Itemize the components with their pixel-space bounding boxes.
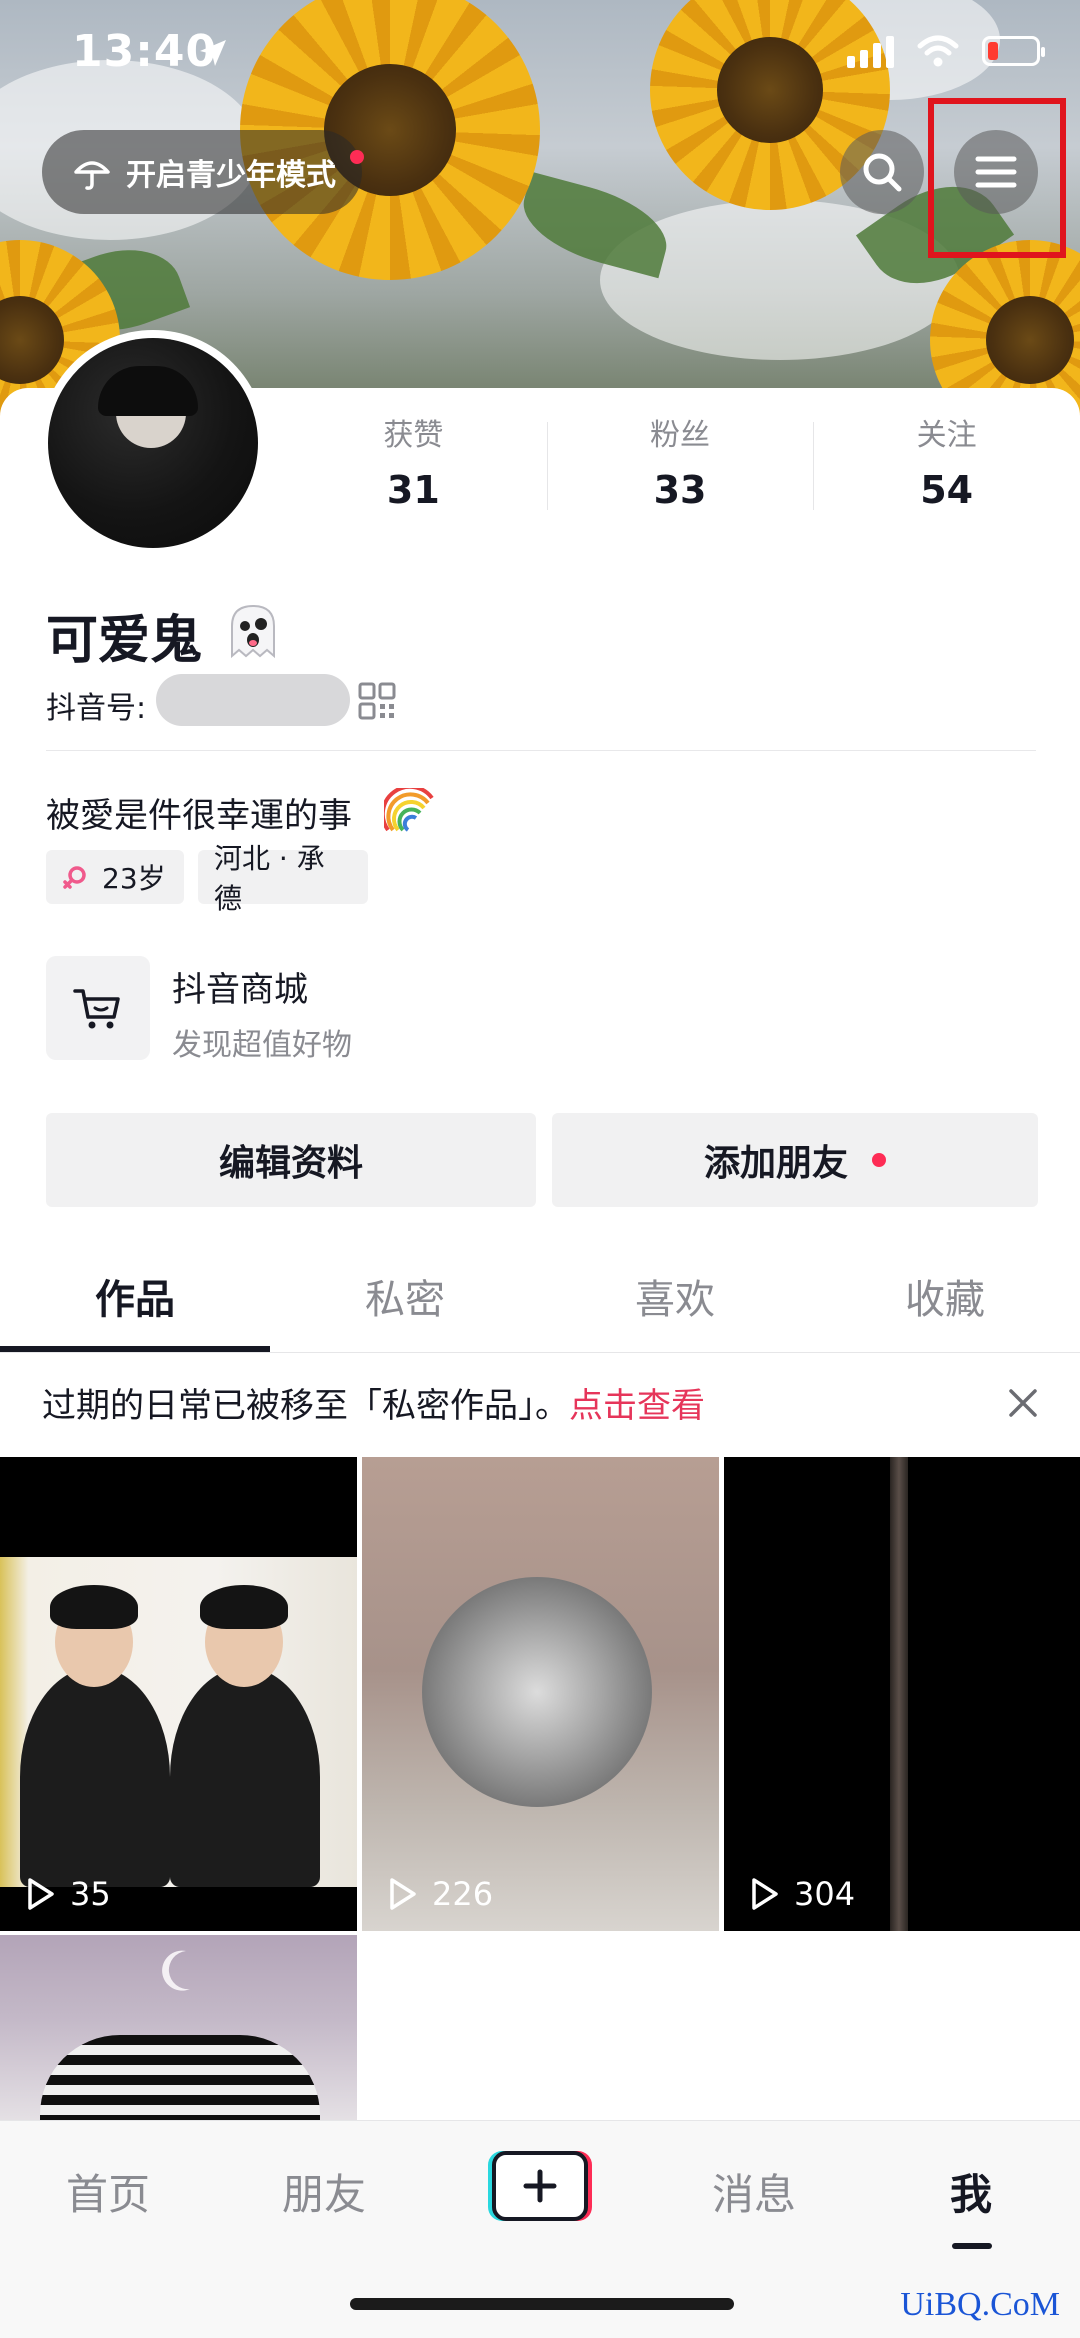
status-time: 13:40 [72, 26, 218, 77]
nickname: 可爱鬼 [46, 611, 203, 671]
tab-favorites[interactable]: 收藏 [810, 1260, 1080, 1352]
create-button[interactable] [488, 2151, 592, 2221]
umbrella-icon [74, 161, 110, 190]
menu-highlight-box [928, 98, 1066, 258]
location-arrow-icon [200, 40, 226, 66]
female-icon [63, 866, 86, 889]
person-figure [170, 1667, 320, 1887]
shopping-cart-icon [73, 989, 120, 1029]
douyin-id-label: 抖音号: [46, 691, 147, 726]
battery-icon [982, 36, 1045, 66]
edit-profile-label: 编辑资料 [218, 1143, 363, 1184]
person-figure [20, 1667, 170, 1887]
bio-text: 被愛是件很幸運的事 [46, 796, 352, 836]
avatar[interactable] [48, 338, 258, 548]
stat-value: 33 [653, 468, 707, 512]
douyin-id-value[interactable] [156, 674, 350, 726]
status-bar: 13:40 [0, 0, 1080, 120]
expired-notice: 过期的日常已被移至「私密作品」。点击查看 [42, 1378, 705, 1427]
nav-home[interactable]: 首页 [66, 2161, 150, 2222]
video-frame [0, 1557, 357, 1887]
play-count: 226 [388, 1875, 493, 1913]
close-icon[interactable] [1006, 1386, 1040, 1420]
watermark: UiBQ.CoM [900, 2286, 1060, 2323]
qr-code-icon[interactable] [358, 682, 396, 720]
edit-profile-button[interactable]: 编辑资料 [46, 1113, 536, 1207]
stat-label: 关注 [916, 418, 977, 453]
stat-likes[interactable]: 获赞 31 [280, 410, 547, 520]
play-count: 35 [26, 1875, 111, 1913]
ghost-emoji-icon [231, 604, 275, 659]
video-thumbnail[interactable]: 226 [362, 1457, 719, 1931]
location-text: 河北 · 承德 [214, 842, 325, 915]
video-thumbnail[interactable]: 35 [0, 1457, 357, 1931]
teen-mode-button[interactable]: 开启青少年模式 [42, 130, 362, 214]
play-icon [28, 1878, 54, 1910]
nav-friends[interactable]: 朋友 [282, 2161, 366, 2222]
play-icon [752, 1878, 778, 1910]
nav-me[interactable]: 我 [950, 2161, 992, 2222]
tabs-divider [0, 1352, 1080, 1353]
stat-label: 获赞 [383, 418, 444, 453]
play-count-value: 226 [432, 1875, 494, 1913]
status-icons [847, 34, 1045, 68]
mall-subtitle: 发现超值好物 [172, 1028, 352, 1063]
tab-works[interactable]: 作品 [0, 1260, 270, 1352]
plus-icon [523, 2169, 557, 2203]
play-icon [390, 1878, 416, 1910]
notification-dot [350, 150, 364, 164]
play-count-value: 304 [794, 1875, 856, 1913]
nav-active-indicator [952, 2243, 992, 2249]
home-indicator[interactable] [350, 2298, 734, 2310]
age-text: 23岁 [102, 862, 166, 895]
notice-text: 过期的日常已被移至「私密作品」。 [42, 1386, 569, 1426]
tab-private[interactable]: 私密 [270, 1260, 540, 1352]
person-hair [50, 1585, 138, 1629]
stat-label: 粉丝 [650, 418, 710, 453]
leaf [513, 171, 677, 279]
profile-stats: 获赞 31 粉丝 33 关注 54 [280, 410, 1080, 520]
create-button-face [492, 2151, 588, 2221]
divider [46, 750, 1036, 751]
nav-messages[interactable]: 消息 [712, 2161, 796, 2222]
notice-view-link[interactable]: 点击查看 [569, 1386, 705, 1426]
cellular-signal-icon [847, 34, 894, 68]
video-thumbnail[interactable]: 304 [724, 1457, 1080, 1931]
play-count: 304 [750, 1875, 855, 1913]
dark-frame-detail [890, 1457, 908, 1931]
mall-title[interactable]: 抖音商城 [172, 962, 308, 1011]
play-count-value: 35 [70, 1875, 111, 1913]
wifi-icon [917, 35, 959, 67]
add-friend-button[interactable]: 添加朋友 [552, 1113, 1038, 1207]
video-thumbnail[interactable] [0, 1935, 357, 2125]
stat-following[interactable]: 关注 54 [813, 410, 1080, 520]
blurred-face [422, 1577, 652, 1807]
content-tabs: 作品 私密 喜欢 收藏 [0, 1260, 1080, 1352]
moon-icon [162, 1950, 190, 1991]
search-button[interactable] [840, 130, 924, 214]
mall-icon-box[interactable] [46, 956, 150, 1060]
age-tag: 23岁 [46, 850, 184, 904]
stat-value: 31 [386, 468, 440, 512]
striped-shirt [40, 2035, 320, 2125]
add-friend-label: 添加朋友 [703, 1143, 848, 1184]
notification-dot [872, 1153, 886, 1167]
stat-followers[interactable]: 粉丝 33 [546, 410, 814, 520]
search-icon [863, 153, 902, 192]
tab-likes[interactable]: 喜欢 [540, 1260, 810, 1352]
location-tag: 河北 · 承德 [198, 842, 368, 915]
person-hair [200, 1585, 288, 1629]
teen-mode-label: 开启青少年模式 [126, 158, 336, 193]
stat-value: 54 [920, 468, 974, 512]
rainbow-emoji-icon [384, 788, 434, 832]
